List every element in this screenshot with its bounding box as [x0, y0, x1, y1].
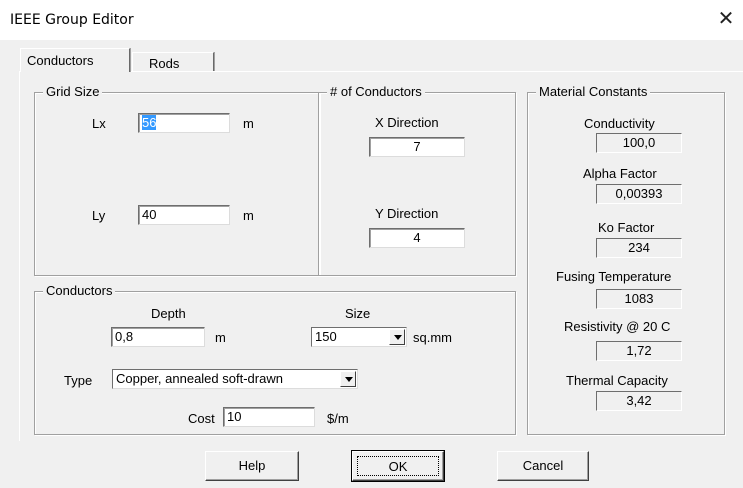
close-icon[interactable]: ✕	[715, 8, 737, 30]
material-constants-group: Material Constants Conductivity 100,0 Al…	[527, 84, 725, 435]
size-unit: sq.mm	[413, 330, 452, 345]
title-bar: IEEE Group Editor ✕	[0, 0, 743, 40]
ko-factor-value: 234	[596, 238, 682, 258]
lx-input[interactable]: 56	[138, 113, 230, 133]
ly-input[interactable]: 40	[138, 205, 230, 225]
window-title: IEEE Group Editor	[10, 12, 134, 28]
help-button[interactable]: Help	[205, 451, 299, 481]
alpha-factor-label: Alpha Factor	[583, 166, 657, 181]
resistivity-value: 1,72	[596, 341, 682, 361]
fusing-temperature-label: Fusing Temperature	[556, 269, 672, 284]
lx-label: Lx	[92, 116, 106, 131]
conductors-legend: Conductors	[43, 283, 116, 299]
type-value: Copper, annealed soft-drawn	[116, 371, 283, 386]
num-conductors-group: # of Conductors X Direction 7 Y Directio…	[318, 84, 516, 276]
grid-size-legend: Grid Size	[43, 84, 103, 100]
conductivity-value: 100,0	[596, 133, 682, 153]
thermal-capacity-label: Thermal Capacity	[566, 373, 668, 388]
cost-input[interactable]: 10	[223, 407, 315, 427]
ly-unit: m	[243, 208, 254, 223]
ko-factor-label: Ko Factor	[598, 220, 655, 235]
dialog-body: Conductors Rods Grid Size Lx 56 m Ly 40 …	[0, 40, 743, 488]
y-direction-label: Y Direction	[375, 206, 439, 221]
conductors-tab-panel: Grid Size Lx 56 m Ly 40 m # of Conductor…	[19, 71, 743, 441]
lx-unit: m	[243, 116, 254, 131]
conductors-group: Conductors Depth 0,8 m Size 150 sq.mm Ty…	[34, 283, 516, 435]
tab-rods[interactable]: Rods	[132, 52, 214, 72]
ok-button-label: OK	[357, 456, 439, 476]
type-select[interactable]: Copper, annealed soft-drawn	[112, 369, 358, 389]
size-select[interactable]: 150	[311, 327, 407, 347]
depth-label: Depth	[151, 306, 186, 321]
depth-input[interactable]: 0,8	[111, 327, 205, 347]
resistivity-label: Resistivity @ 20 C	[564, 319, 671, 334]
y-direction-input[interactable]: 4	[369, 228, 465, 248]
ok-button[interactable]: OK	[351, 450, 445, 482]
lx-value: 56	[142, 115, 157, 130]
alpha-factor-value: 0,00393	[596, 184, 682, 204]
grid-size-group: Grid Size Lx 56 m Ly 40 m	[34, 84, 320, 276]
size-label: Size	[345, 306, 371, 321]
fusing-temperature-value: 1083	[596, 289, 682, 309]
chevron-down-icon[interactable]	[340, 371, 356, 387]
tab-conductors[interactable]: Conductors	[20, 48, 130, 72]
chevron-down-icon[interactable]	[389, 329, 405, 345]
ly-label: Ly	[92, 208, 106, 223]
cost-label: Cost	[188, 411, 215, 426]
conductivity-label: Conductivity	[584, 116, 655, 131]
material-constants-legend: Material Constants	[536, 84, 651, 100]
thermal-capacity-value: 3,42	[596, 391, 682, 411]
cancel-button[interactable]: Cancel	[497, 451, 589, 481]
x-direction-input[interactable]: 7	[369, 137, 465, 157]
depth-unit: m	[215, 330, 226, 345]
type-label: Type	[64, 373, 93, 388]
num-conductors-legend: # of Conductors	[327, 84, 425, 100]
cost-unit: $/m	[327, 411, 349, 426]
size-value: 150	[315, 329, 337, 344]
x-direction-label: X Direction	[375, 115, 439, 130]
